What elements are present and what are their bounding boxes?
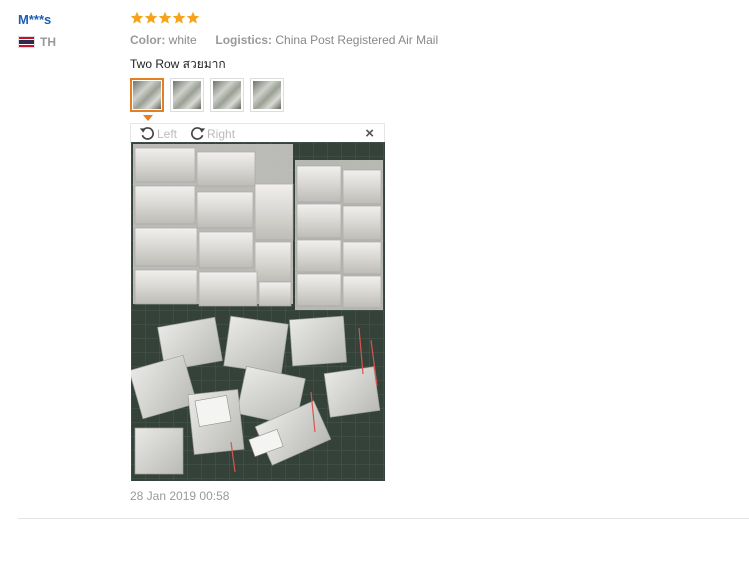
review-thumbnails xyxy=(130,78,284,112)
rotate-left-label: Left xyxy=(157,126,178,141)
review-thumbnail[interactable] xyxy=(210,78,244,112)
selected-thumbnail-indicator xyxy=(143,115,153,121)
logistics-label: Logistics: xyxy=(215,33,273,47)
review-thumbnail[interactable] xyxy=(170,78,204,112)
review-date: 28 Jan 2019 00:58 xyxy=(130,489,230,503)
rating-stars xyxy=(130,11,200,25)
thailand-flag-icon xyxy=(18,36,35,48)
review-divider xyxy=(18,518,749,519)
reviewer-name[interactable]: M***s xyxy=(18,12,51,27)
review-thumbnail-image xyxy=(173,81,201,109)
star-icon xyxy=(130,11,144,25)
review-text: Two Row สวยมาก xyxy=(130,57,226,71)
review-thumbnail-image xyxy=(253,81,281,109)
order-info: Color: white Logistics: China Post Regis… xyxy=(130,33,438,47)
review-thumbnail[interactable] xyxy=(250,78,284,112)
star-icon xyxy=(186,11,200,25)
rotate-left-icon xyxy=(139,127,155,140)
review-photo-image xyxy=(131,142,385,481)
rotate-right-button[interactable]: Right xyxy=(189,125,235,142)
star-icon xyxy=(158,11,172,25)
review-thumbnail[interactable] xyxy=(130,78,164,112)
logistics-value: China Post Registered Air Mail xyxy=(275,33,439,47)
review-thumbnail-image xyxy=(133,81,161,109)
color-value: white xyxy=(168,33,197,47)
rotate-right-label: Right xyxy=(207,126,236,141)
star-icon xyxy=(172,11,186,25)
close-icon[interactable]: × xyxy=(365,125,374,142)
star-icon xyxy=(144,11,158,25)
country-code: TH xyxy=(40,35,56,49)
color-label: Color: xyxy=(130,33,166,47)
rotate-right-icon xyxy=(191,127,206,140)
review-photo xyxy=(131,142,385,481)
review-thumbnail-image xyxy=(213,81,241,109)
image-viewer-toolbar: Left Right × xyxy=(130,123,385,143)
reviewer-country: TH xyxy=(18,35,56,49)
rotate-left-button[interactable]: Left xyxy=(139,125,177,142)
